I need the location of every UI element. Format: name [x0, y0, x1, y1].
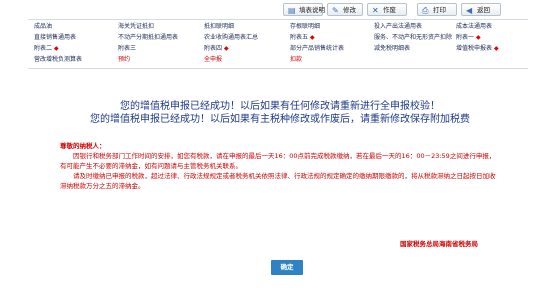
menu-item-real-estate-deduction[interactable]: 不动产分期抵扣通用表: [118, 33, 178, 42]
menu-item-schedule-5[interactable]: 附表五 ◆: [290, 33, 315, 42]
menu-item-deduction-detail[interactable]: 抵扣联明细: [204, 22, 234, 31]
pencil-icon: ✎: [332, 6, 339, 15]
x-mark-icon: ✕: [372, 6, 379, 15]
printer-icon: ⎙: [422, 6, 429, 15]
success-line-2: 您的增值税申报已经成功！以后如果有主税种修改或作废后，请重新修改保存附加税费: [90, 114, 470, 125]
confirm-button[interactable]: 确定: [271, 260, 303, 275]
required-marker-icon: ◆: [310, 34, 315, 41]
back-label: 返回: [477, 6, 490, 14]
print-label: 打印: [433, 6, 446, 14]
fill-help-label: 填表说明: [299, 6, 325, 14]
arrow-left-icon: ◀: [466, 6, 473, 15]
required-marker-icon: ◆: [494, 45, 499, 52]
menu-item-direct-sales-form[interactable]: 直接销售通用表: [34, 33, 76, 42]
message-greeting: 尊敬的纳税人：: [60, 142, 106, 150]
menu-item-tax-relief-detail[interactable]: 减免税明细表: [374, 44, 410, 53]
menu-item-service-deduction[interactable]: 服务、不动产和无形资产扣除: [374, 33, 452, 42]
menu-item-full-declaration[interactable]: 全申报: [204, 55, 222, 64]
void-button[interactable]: ✕ 作废: [367, 3, 407, 16]
print-button[interactable]: ⎙ 打印: [417, 3, 457, 16]
menu-item-input-output-form[interactable]: 投入产出法通用表: [374, 22, 422, 31]
menu-item-reservation[interactable]: 预约: [118, 55, 130, 64]
menu-item-schedule-4[interactable]: 附表四 ◆: [204, 44, 229, 53]
fill-help-button[interactable]: ▤ 填表说明: [283, 3, 325, 16]
back-button[interactable]: ◀ 返回: [461, 3, 501, 16]
message-paragraph-2: 请及时缴纳已申报的税款，超过法律、行政法规规定或者税务机关依照法律、行政法规的规…: [60, 172, 496, 190]
menu-item-schedule-3[interactable]: 附表三: [118, 44, 136, 53]
void-label: 作废: [383, 6, 396, 14]
menu-item-deduct-payment[interactable]: 扣款: [290, 55, 302, 64]
menu-item-schedule-2[interactable]: 附表二 ◆: [34, 44, 59, 53]
modify-button[interactable]: ✎ 修改: [327, 3, 363, 16]
menu-item-tax-burden-calc[interactable]: 营改增税负测算表: [34, 55, 82, 64]
success-line-1: 您的增值税申报已经成功！以后如果有任何修改请重新进行全申报校验！: [120, 101, 440, 112]
top-toolbar: ▤ 填表说明 ✎ 修改 ✕ 作废 ⎙ 打印 ◀ 返回: [0, 0, 554, 18]
required-marker-icon: ◆: [54, 45, 59, 52]
taxpayer-message: 尊敬的纳税人： 因银行和税务部门工作时间的安排，如您有税款，请在申报的最后一天1…: [60, 141, 496, 248]
modify-label: 修改: [343, 6, 356, 14]
required-marker-icon: ◆: [224, 45, 229, 52]
menu-item-cost-method-form[interactable]: 成本法通用表: [456, 22, 492, 31]
menu-item-customs-deduction[interactable]: 海关凭证抵扣: [118, 22, 154, 31]
menu-item-agri-purchase-summary[interactable]: 农业收购通用表汇总: [204, 33, 258, 42]
menu-item-refined-oil[interactable]: 成品油: [34, 22, 52, 31]
menu-item-partial-product-sales[interactable]: 部分产品销售统计表: [290, 44, 344, 53]
required-marker-icon: ◆: [476, 34, 481, 41]
menu-item-vat-return[interactable]: 增值税申报表 ◆: [456, 44, 499, 53]
menu-item-stub-detail[interactable]: 存根联明细: [290, 22, 320, 31]
success-notice: 您的增值税申报已经成功！以后如果有任何修改请重新进行全申报校验！ 您的增值税申报…: [60, 100, 500, 126]
book-icon: ▤: [288, 6, 296, 15]
message-paragraph-1: 因银行和税务部门工作时间的安排，如您有税款，请在申报的最后一天16：00点前完成…: [60, 152, 496, 170]
menu-item-schedule-1[interactable]: 附表一 ◆: [456, 33, 481, 42]
form-menu: 成品油 海关凭证抵扣 抵扣联明细 存根联明细 投入产出法通用表 成本法通用表 直…: [28, 19, 528, 69]
message-signature: 国家税务总局海南省税务局: [400, 240, 478, 248]
